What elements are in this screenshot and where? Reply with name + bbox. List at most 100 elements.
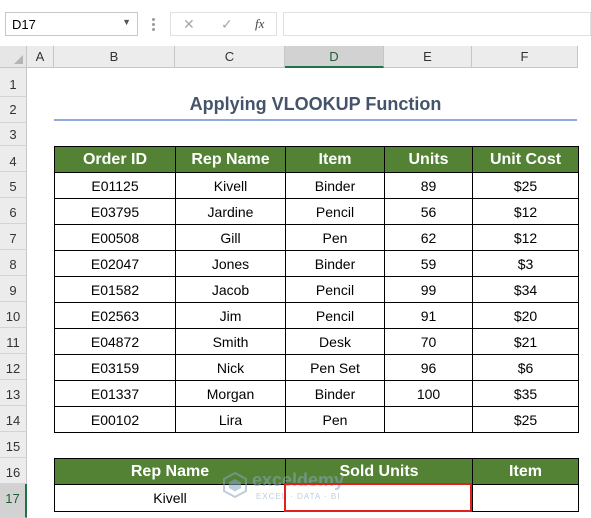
cell-order-id[interactable]: E00102	[54, 406, 176, 433]
column-header-c[interactable]: C	[175, 46, 285, 68]
row-header[interactable]: 12	[0, 354, 27, 380]
column-header-f[interactable]: F	[472, 46, 578, 68]
row-header[interactable]: 2	[0, 97, 27, 123]
cell-unit-cost[interactable]: $35	[472, 380, 579, 407]
cell-rep-name[interactable]: Jim	[175, 302, 286, 329]
cell-rep-name[interactable]: Nick	[175, 354, 286, 381]
cell-unit-cost[interactable]: $6	[472, 354, 579, 381]
row-header[interactable]: 14	[0, 406, 27, 432]
cell-item[interactable]: Pen Set	[285, 354, 385, 381]
cell-order-id[interactable]: E02047	[54, 250, 176, 277]
row-header[interactable]: 11	[0, 328, 27, 354]
header-sold-units[interactable]: Sold Units	[285, 458, 473, 485]
header-item[interactable]: Item	[285, 146, 385, 173]
cell-order-id[interactable]: E00508	[54, 224, 176, 251]
cell-order-id[interactable]: E01582	[54, 276, 176, 303]
insert-function-icon[interactable]: fx	[255, 16, 264, 32]
header-rep-name[interactable]: Rep Name	[175, 146, 286, 173]
cell-unit-cost[interactable]: $34	[472, 276, 579, 303]
header-units[interactable]: Units	[384, 146, 473, 173]
cell-unit-cost[interactable]: $25	[472, 406, 579, 433]
column-header-d[interactable]: D	[285, 46, 384, 68]
cell-order-id[interactable]: E01125	[54, 172, 176, 199]
cell-units[interactable]: 96	[384, 354, 473, 381]
cell-item[interactable]: Binder	[285, 380, 385, 407]
formula-input[interactable]	[283, 12, 591, 36]
formula-buttons: ✕ ✓ fx	[170, 12, 277, 36]
header-order-id[interactable]: Order ID	[54, 146, 176, 173]
enter-icon[interactable]: ✓	[221, 16, 233, 33]
cell-sold-units[interactable]	[285, 484, 473, 512]
header-item[interactable]: Item	[472, 458, 579, 485]
cell-unit-cost[interactable]: $12	[472, 224, 579, 251]
cell-rep-name[interactable]: Lira	[175, 406, 286, 433]
cell-units[interactable]: 99	[384, 276, 473, 303]
row-header[interactable]: 5	[0, 172, 27, 198]
row-header[interactable]: 3	[0, 123, 27, 146]
row-header[interactable]: 13	[0, 380, 27, 406]
row-header[interactable]: 7	[0, 224, 27, 250]
header-rep-name[interactable]: Rep Name	[54, 458, 286, 485]
row-header[interactable]: 9	[0, 276, 27, 302]
cell-rep-name[interactable]: Kivell	[175, 172, 286, 199]
column-header-e[interactable]: E	[384, 46, 472, 68]
cell-item[interactable]: Pen	[285, 224, 385, 251]
cell-rep-name[interactable]: Gill	[175, 224, 286, 251]
header-unit-cost[interactable]: Unit Cost	[472, 146, 579, 173]
cell-rep-name[interactable]: Smith	[175, 328, 286, 355]
cell-order-id[interactable]: E03795	[54, 198, 176, 225]
row-header[interactable]: 4	[0, 146, 27, 172]
cell-units[interactable]: 56	[384, 198, 473, 225]
cell-item[interactable]: Binder	[285, 172, 385, 199]
row-header[interactable]: 10	[0, 302, 27, 328]
formula-bar: D17 ▼ ✕ ✓ fx	[0, 0, 591, 46]
cell-item[interactable]: Desk	[285, 328, 385, 355]
cell-order-id[interactable]: E01337	[54, 380, 176, 407]
cell-rep-name[interactable]: Morgan	[175, 380, 286, 407]
cell-unit-cost[interactable]: $21	[472, 328, 579, 355]
drag-handle-icon[interactable]	[152, 18, 158, 33]
chevron-down-icon[interactable]: ▼	[122, 17, 131, 27]
table-row: E02047 Jones Binder 59 $3	[54, 250, 579, 277]
cell-lookup-rep-name[interactable]: Kivell	[54, 484, 286, 512]
table-header-row: Order ID Rep Name Item Units Unit Cost	[54, 146, 579, 173]
cell-item[interactable]: Pencil	[285, 276, 385, 303]
cell-units[interactable]: 59	[384, 250, 473, 277]
cell-units[interactable]: 62	[384, 224, 473, 251]
cell-item[interactable]: Pencil	[285, 198, 385, 225]
cell-rep-name[interactable]: Jacob	[175, 276, 286, 303]
row-header[interactable]: 8	[0, 250, 27, 276]
table-row: E02563 Jim Pencil 91 $20	[54, 302, 579, 329]
column-header-a[interactable]: A	[27, 46, 54, 68]
cell-rep-name[interactable]: Jones	[175, 250, 286, 277]
cell-item[interactable]: Pen	[285, 406, 385, 433]
cell-units[interactable]: 91	[384, 302, 473, 329]
cancel-icon[interactable]: ✕	[183, 16, 195, 33]
select-all-button[interactable]	[0, 46, 27, 68]
cell-unit-cost[interactable]: $20	[472, 302, 579, 329]
row-header[interactable]: 1	[0, 68, 27, 97]
cell-item[interactable]: Pencil	[285, 302, 385, 329]
table-row: E03795 Jardine Pencil 56 $12	[54, 198, 579, 225]
cell-units[interactable]: 70	[384, 328, 473, 355]
cell-unit-cost[interactable]: $12	[472, 198, 579, 225]
cell-order-id[interactable]: E03159	[54, 354, 176, 381]
cell-order-id[interactable]: E02563	[54, 302, 176, 329]
row-header[interactable]: 17	[0, 484, 27, 518]
table-row: E03159 Nick Pen Set 96 $6	[54, 354, 579, 381]
column-header-b[interactable]: B	[54, 46, 175, 68]
table-row: E01125 Kivell Binder 89 $25	[54, 172, 579, 199]
cell-units[interactable]	[384, 406, 473, 433]
cell-lookup-item[interactable]	[472, 484, 579, 512]
cell-item[interactable]: Binder	[285, 250, 385, 277]
row-header[interactable]: 16	[0, 458, 27, 484]
name-box[interactable]: D17 ▼	[5, 12, 138, 36]
cell-units[interactable]: 100	[384, 380, 473, 407]
row-header[interactable]: 15	[0, 432, 27, 458]
cell-rep-name[interactable]: Jardine	[175, 198, 286, 225]
cell-unit-cost[interactable]: $25	[472, 172, 579, 199]
row-header[interactable]: 6	[0, 198, 27, 224]
cell-order-id[interactable]: E04872	[54, 328, 176, 355]
cell-units[interactable]: 89	[384, 172, 473, 199]
cell-unit-cost[interactable]: $3	[472, 250, 579, 277]
